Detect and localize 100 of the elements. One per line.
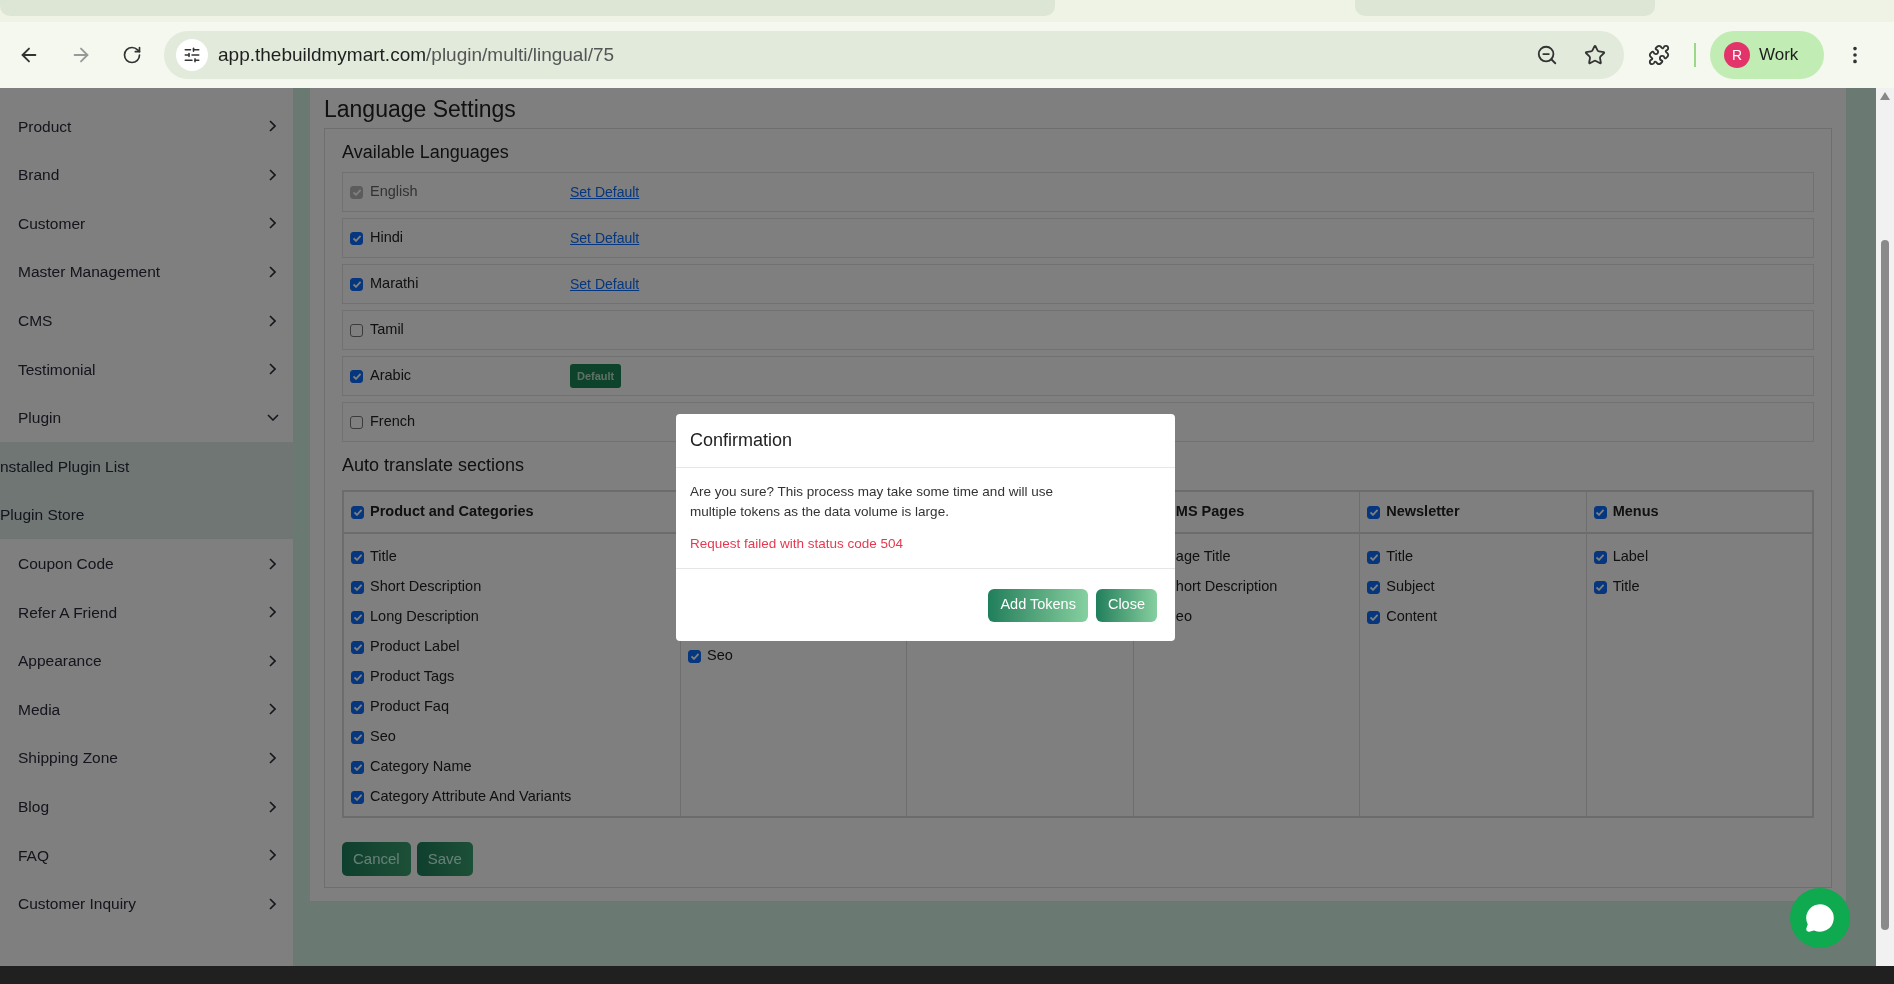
checkbox[interactable]	[351, 670, 364, 684]
checkbox[interactable]	[351, 760, 364, 774]
default-badge: Default	[570, 363, 622, 389]
section-option: Category Attribute And Variants	[370, 786, 572, 808]
check-icon	[1369, 583, 1378, 591]
profile-button[interactable]: R Work	[1710, 31, 1824, 79]
section-option: Title	[1386, 546, 1414, 568]
sidebar-item[interactable]: Blog	[0, 782, 293, 831]
section-option: Product Label	[370, 636, 460, 658]
section-title: MS Pages	[1174, 502, 1245, 522]
checkbox[interactable]	[350, 323, 363, 337]
url-host: app.thebuildmymart.com	[218, 42, 427, 67]
section-option: hort Description	[1175, 576, 1278, 598]
sidebar-item[interactable]: Product	[0, 102, 293, 151]
check-icon	[353, 763, 362, 771]
extensions-icon[interactable]	[1648, 44, 1670, 66]
section-option: age Title	[1175, 546, 1231, 568]
section-option: Title	[370, 546, 397, 568]
sidebar-item[interactable]: Plugin	[0, 393, 293, 443]
section-option: Title	[1612, 576, 1640, 598]
close-button[interactable]: Close	[1095, 588, 1157, 622]
checkbox[interactable]	[1367, 580, 1381, 594]
check-icon	[352, 372, 361, 380]
set-default-link[interactable]: Set Default	[570, 227, 640, 249]
check-icon	[353, 583, 362, 591]
language-name: Marathi	[370, 274, 420, 294]
sidebar-item[interactable]: Shipping Zone	[0, 733, 293, 783]
checkbox[interactable]	[351, 580, 364, 594]
save-button[interactable]: Save	[416, 842, 473, 876]
check-icon	[353, 703, 362, 711]
sidebar-item[interactable]: Master Management	[0, 247, 293, 297]
sidebar-item[interactable]: Appearance	[0, 636, 293, 686]
section-option: Short Description	[370, 576, 482, 598]
checkbox[interactable]	[1593, 550, 1607, 564]
section-option: Content	[1386, 606, 1437, 628]
zoom-icon[interactable]	[1536, 44, 1558, 66]
checkbox[interactable]	[1367, 550, 1381, 564]
check-icon	[353, 508, 362, 516]
dialog-message: Are you sure? This process may take some time and will use multiple tokens as the data volume is large.	[690, 483, 1054, 521]
dialog-title: Confirmation	[676, 414, 1175, 468]
scroll-up-arrow-icon[interactable]	[1880, 92, 1890, 100]
checkbox[interactable]	[351, 700, 364, 714]
checkbox[interactable]	[351, 790, 364, 804]
checkbox[interactable]	[351, 640, 364, 654]
cancel-button[interactable]: Cancel	[342, 842, 411, 876]
sidebar-item[interactable]: Customer	[0, 199, 293, 248]
checkbox[interactable]	[688, 649, 701, 663]
checkbox[interactable]	[350, 415, 363, 429]
checkbox[interactable]	[350, 231, 363, 245]
sidebar-item[interactable]: CMS	[0, 296, 293, 345]
address-bar[interactable]: app.thebuildmymart.com/plugin/multi/lingual/75	[164, 31, 1624, 79]
check-icon	[352, 188, 361, 196]
sidebar-item[interactable]: Brand	[0, 150, 293, 200]
checkbox[interactable]	[1593, 505, 1607, 519]
section-title: Menus	[1612, 502, 1659, 522]
set-default-link[interactable]: Set Default	[570, 273, 640, 295]
checkbox[interactable]	[350, 277, 363, 291]
check-icon	[353, 793, 362, 801]
submenu-item[interactable]: Plugin Store	[0, 490, 293, 540]
checkbox[interactable]	[1593, 580, 1607, 594]
checkbox[interactable]	[351, 505, 364, 519]
submenu-item[interactable]: nstalled Plugin List	[0, 442, 293, 491]
checkbox[interactable]	[1367, 505, 1381, 519]
scrollbar-thumb[interactable]	[1881, 240, 1889, 930]
checkbox[interactable]	[351, 550, 364, 564]
section-option: Subject	[1386, 576, 1435, 598]
check-icon	[353, 553, 362, 561]
language-name: Tamil	[370, 320, 405, 340]
check-icon	[353, 643, 362, 651]
check-icon	[1596, 508, 1605, 516]
section-option: Product Tags	[370, 666, 455, 688]
bookmark-star-icon[interactable]	[1584, 44, 1606, 66]
check-icon	[1369, 553, 1378, 561]
error-message: Request failed with status code 504	[690, 535, 905, 553]
url-path: /plugin/multi/lingual/75	[426, 42, 615, 67]
check-icon	[1596, 583, 1605, 591]
section-option: Product Faq	[370, 696, 449, 718]
check-icon	[353, 613, 362, 621]
sidebar-item[interactable]: Coupon Code	[0, 539, 293, 588]
sidebar-item[interactable]: FAQ	[0, 830, 293, 880]
sidebar-item[interactable]: Refer A Friend	[0, 587, 293, 637]
checkbox[interactable]	[1367, 610, 1381, 624]
add-tokens-button[interactable]: Add Tokens	[988, 588, 1088, 622]
site-info-icon[interactable]	[176, 39, 208, 71]
check-icon	[353, 673, 362, 681]
checkbox[interactable]	[350, 369, 363, 383]
check-icon	[353, 733, 362, 741]
sidebar-item[interactable]: Testimonial	[0, 344, 293, 394]
profile-label: Work	[1759, 44, 1799, 67]
section-option: Label	[1612, 546, 1649, 568]
section-option: Long Description	[370, 606, 479, 628]
check-icon	[352, 234, 361, 242]
sidebar-item[interactable]: Customer Inquiry	[0, 879, 293, 929]
language-name: French	[370, 412, 417, 432]
reload-icon[interactable]	[122, 45, 142, 65]
section-title: Product and Categories	[370, 502, 534, 522]
sidebar-item[interactable]: Media	[0, 685, 293, 734]
language-name: Arabic	[370, 366, 413, 386]
checkbox[interactable]	[351, 610, 364, 624]
checkbox[interactable]	[351, 730, 364, 744]
